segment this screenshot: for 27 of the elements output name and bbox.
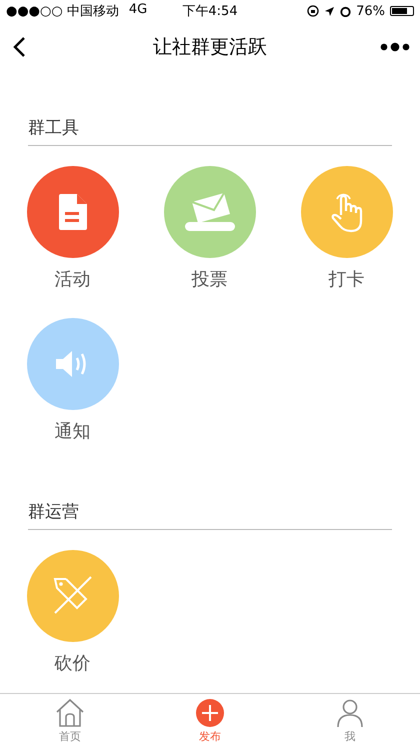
crossed-tag-icon	[52, 576, 94, 616]
plus-icon	[195, 698, 225, 728]
tab-item[interactable]: 我	[280, 694, 420, 748]
network-type: 4G	[128, 2, 148, 19]
tab-item[interactable]: 发布	[140, 694, 280, 748]
envelope-icon	[184, 192, 236, 232]
rotation-lock-icon	[307, 5, 320, 17]
section-title: 群工具	[28, 118, 79, 138]
document-icon	[58, 193, 88, 231]
more-icon[interactable]	[380, 42, 410, 52]
carrier-name: ●●●○○ 中国移动	[6, 3, 119, 20]
clock-time: 下午4:54	[182, 3, 238, 20]
person-icon	[335, 698, 365, 728]
pointing-hand-icon	[330, 191, 364, 233]
tab-item[interactable]: 首页	[0, 694, 140, 748]
home-icon	[55, 698, 85, 728]
tool-label: 活动	[54, 268, 90, 292]
tool-label: 投票	[192, 268, 228, 292]
tool-label: 砍价	[54, 652, 90, 676]
section-title: 群运营	[28, 502, 79, 522]
tool-label: 打卡	[328, 268, 364, 292]
page-title: 让社群更活跃	[153, 35, 267, 60]
back-icon[interactable]	[12, 36, 26, 58]
battery-icon	[390, 6, 414, 16]
tool-label: 通知	[54, 420, 90, 444]
location-arrow-icon	[324, 6, 336, 16]
battery-percent: 76%	[356, 4, 385, 18]
